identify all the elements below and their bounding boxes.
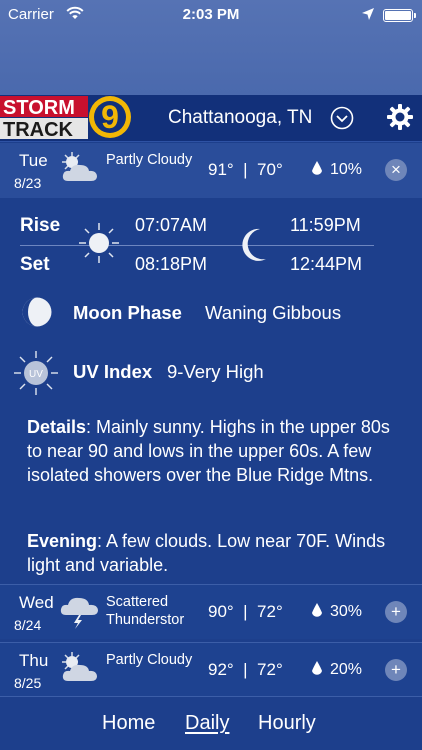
day-temps: 90° | 72° (208, 602, 283, 622)
expand-button[interactable]: + (385, 659, 407, 681)
day-temps: 91° | 70° (208, 160, 283, 180)
uv-icon-text: UV (29, 369, 43, 380)
logo-number: 9 (101, 99, 119, 135)
temp-separator: | (243, 160, 248, 179)
day-row-tue[interactable]: Tue 8/23 Partly Cloudy 91° | 70° 10% × (0, 143, 422, 198)
day-date: 8/25 (14, 675, 42, 691)
moon-phase-label: Moon Phase (73, 302, 182, 323)
expand-button[interactable]: + (385, 601, 407, 623)
day-low: 72° (257, 660, 283, 679)
rise-label: Rise (20, 215, 61, 236)
day-of-week: Thu (19, 651, 49, 670)
thunderstorm-icon (58, 593, 102, 629)
uv-index-label: UV Index (73, 361, 153, 382)
raindrop-icon (311, 603, 323, 620)
sun-icon (78, 222, 120, 264)
tab-hourly[interactable]: Hourly (258, 712, 316, 735)
day-high: 92° (208, 660, 234, 679)
moonset-time: 12:44PM (290, 254, 363, 274)
day-low: 72° (257, 602, 283, 621)
day-high: 90° (208, 602, 234, 621)
evening-label: Evening (27, 531, 98, 551)
details-paragraph: Details: Mainly sunny. Highs in the uppe… (27, 415, 397, 487)
partly-cloudy-icon (58, 151, 102, 187)
day-high: 91° (208, 160, 234, 179)
plus-icon: + (391, 602, 401, 621)
raindrop-icon (311, 161, 323, 178)
day-date: 8/23 (14, 175, 42, 191)
rise-set-divider (20, 245, 374, 246)
app-header: STORM TRACK 9 Chattanooga, TN (0, 95, 422, 142)
gear-icon[interactable] (385, 102, 415, 132)
evening-paragraph: Evening: A few clouds. Low near 70F. Win… (27, 529, 397, 577)
temp-separator: | (243, 660, 248, 679)
logo-storm-text: STORM (3, 97, 75, 119)
storm-track-9-logo: STORM TRACK 9 (0, 95, 134, 141)
location-name: Chattanooga, TN (168, 107, 313, 128)
chevron-down-circle-icon[interactable] (330, 106, 354, 130)
tab-bar: Home Daily Hourly (0, 700, 422, 750)
plus-icon: + (391, 660, 401, 679)
moon-phase-value: Waning Gibbous (205, 302, 342, 323)
collapse-button[interactable]: × (385, 159, 407, 181)
sunrise-time: 07:07AM (135, 215, 208, 235)
day-condition: Scattered Thunderstor (106, 594, 185, 628)
sunset-time: 08:18PM (135, 254, 208, 274)
day-low: 70° (257, 160, 283, 179)
day-temps: 92° | 72° (208, 660, 283, 680)
logo-track-text: TRACK (3, 119, 74, 141)
day-of-week: Tue (19, 151, 48, 170)
day-of-week: Wed (19, 593, 54, 612)
battery-icon (383, 9, 416, 22)
day-precip: 20% (330, 661, 363, 678)
tab-daily[interactable]: Daily (185, 712, 229, 735)
status-bar: Carrier 2:03 PM (0, 0, 422, 30)
close-icon: × (391, 160, 401, 179)
day-row-thu[interactable]: Thu 8/25 Partly Cloudy 92° | 72° 20% + (0, 642, 422, 697)
day-precip: 30% (330, 603, 363, 620)
moonrise-time: 11:59PM (290, 215, 361, 235)
day-row-wed[interactable]: Wed 8/24 Scattered Thunderstor 90° | 72°… (0, 584, 422, 639)
raindrop-icon (311, 661, 323, 678)
tab-home[interactable]: Home (102, 712, 155, 735)
day-detail-panel: Rise Set 07:07AM 08:18PM 11:59PM 12:44PM… (0, 198, 422, 584)
set-label: Set (20, 254, 50, 275)
temp-separator: | (243, 602, 248, 621)
day-date: 8/24 (14, 617, 42, 633)
status-time: 2:03 PM (182, 6, 240, 23)
day-condition: Partly Cloudy (106, 652, 193, 668)
moon-phase-icon (21, 296, 53, 328)
uv-index-icon: UV (13, 350, 59, 396)
location-arrow-icon (362, 7, 374, 24)
details-label: Details (27, 417, 87, 437)
day-precip: 10% (330, 161, 363, 178)
moon-icon (242, 228, 272, 262)
uv-index-value: 9-Very High (167, 361, 264, 382)
partly-cloudy-icon (58, 651, 102, 687)
day-condition: Partly Cloudy (106, 152, 193, 168)
